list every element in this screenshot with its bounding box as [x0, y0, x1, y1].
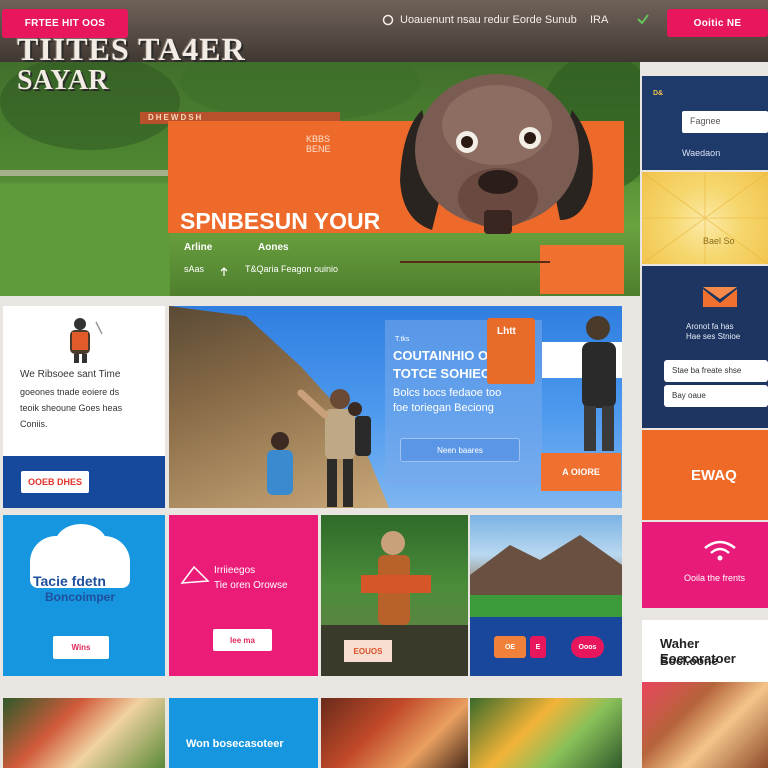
hero-divider [400, 261, 550, 263]
sidebar-logo-chip: D& [653, 90, 664, 97]
arrow-up-icon [220, 264, 228, 282]
top-nav-text[interactable]: Uoauenunt nsau redur Eorde Sunub [400, 14, 577, 26]
row3-blue-label: Won bosecasoteer [186, 738, 284, 750]
hero-link-b[interactable]: Aones [258, 242, 289, 253]
top-nav-icon [382, 13, 394, 31]
feature-title-line2: TOTCE SOHIEOS [393, 366, 500, 381]
sidebar-orange-label: EWAQ [691, 467, 737, 484]
hiker-icon [62, 316, 108, 369]
card-button[interactable]: OOEB DHES [21, 471, 89, 493]
sidebar-search-input[interactable]: Fagnee [682, 111, 768, 133]
sidebar-promo-yellow [642, 172, 768, 264]
row3-blue-tile[interactable] [169, 698, 318, 768]
feature-title-line4: foe toriegan Beciong [393, 402, 494, 414]
tile-market-button[interactable]: EOUOS [344, 640, 392, 662]
sidebar-wifi-label: Ooila the frents [684, 573, 746, 583]
food-photo-3[interactable] [470, 698, 622, 768]
hero-meta-a: sAas [184, 264, 205, 274]
tile-pink-button[interactable]: Iee ma [213, 629, 272, 651]
sidebar-text-subtitle: Bocl.oone [660, 654, 719, 668]
sidebar-food-photo[interactable] [642, 682, 768, 768]
food-photo-1[interactable] [3, 698, 165, 768]
tile-pink[interactable] [169, 515, 318, 676]
feature-people-photo [267, 389, 371, 507]
sidebar-promo-label[interactable]: Bael So [703, 236, 735, 246]
feature-person-photo [582, 316, 616, 451]
feature-tag: T.tks [395, 336, 410, 343]
top-nav-extra[interactable]: IRA [590, 14, 608, 26]
top-right-button[interactable]: Ooitic NE [667, 9, 768, 37]
tile-blue-button[interactable]: Wins [53, 636, 109, 659]
food-photo-2[interactable] [321, 698, 468, 768]
feature-title-line3: Bolcs bocs fedaoe too [393, 387, 502, 399]
checkmark-icon [636, 12, 650, 30]
feature-action-button[interactable]: A OIORE [541, 453, 621, 491]
card-text-line2: goeones tnade eoiere ds [20, 387, 120, 397]
mail-icon [701, 285, 739, 314]
signup-text-line1: Aronot fa has [686, 322, 734, 331]
tile-pink-line1: Irriieegos [214, 565, 256, 576]
card-text-line4: Coniis. [20, 419, 48, 429]
hero-title: TIITES TA4ER [17, 31, 246, 67]
tile-blue-title: Tacie fdetn [33, 573, 106, 589]
tile-blue-subtitle: Boncoimper [45, 590, 116, 604]
card-text-line3: teoik sheoune Goes heas [20, 403, 123, 413]
hero-meta-b: T&Qaria Feagon ouinio [245, 264, 339, 274]
feature-orange-tag-label: Lhtt [497, 326, 516, 337]
signup-email-field[interactable]: Bay oaue [664, 385, 768, 407]
dog-photo [400, 74, 593, 234]
navy-chip-1[interactable]: OE [494, 636, 526, 658]
hero-headline: SPNBESUN YOUR [180, 208, 381, 234]
tile-pink-line2: Tie oren Orowse [214, 580, 288, 591]
hero-small-text-2: BENE [306, 144, 331, 154]
card-text-line1: We Ribsoee sant Time [20, 369, 121, 380]
navy-chip-2[interactable]: E [530, 636, 546, 658]
navy-chip-3[interactable]: Ooos [571, 636, 604, 658]
hero-small-text: KBBS [306, 134, 331, 144]
wifi-icon [702, 538, 738, 567]
signup-text-line2: Hae ses Stnioe [686, 332, 741, 341]
signup-name-field[interactable]: Stae ba freate shse [664, 360, 768, 382]
tile-landscape-photo[interactable] [470, 515, 622, 595]
hero-orange-tab [540, 245, 624, 294]
feature-cta-button[interactable]: Neen baares [400, 438, 520, 462]
hero-link-a[interactable]: Arline [184, 242, 212, 253]
hero-title-line2: SAYAR [17, 65, 109, 96]
sidebar-search-link[interactable]: Waedaon [682, 148, 720, 158]
tile-landscape-field [470, 595, 622, 617]
plane-icon [180, 565, 210, 590]
